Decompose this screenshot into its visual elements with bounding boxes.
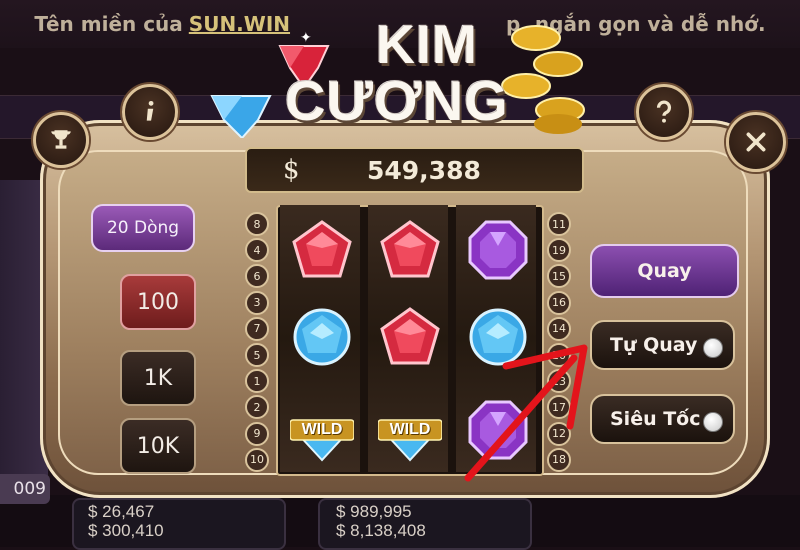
trophy-button[interactable]	[33, 112, 89, 168]
balance-display: $ 549,388	[245, 147, 584, 193]
info-button[interactable]	[122, 84, 178, 140]
ruby-symbol-icon	[378, 218, 442, 282]
auto-spin-toggle[interactable]: Tự Quay	[590, 320, 735, 370]
auto-spin-label: Tự Quay	[610, 334, 698, 356]
trophy-icon	[51, 130, 71, 149]
jackpot-value: $ 300,410	[88, 521, 164, 540]
bet-option-1k[interactable]: 1K	[120, 350, 196, 406]
payline-number-left[interactable]: 4	[245, 238, 269, 263]
wild-label: WILD	[301, 421, 343, 438]
jackpot-value: $ 8,138,408	[336, 521, 426, 540]
spin-button[interactable]: Quay	[590, 244, 739, 298]
background-jackpots-right: $ 989,995 $ 8,138,408	[336, 502, 426, 540]
balance-currency: $	[283, 155, 300, 185]
background-jackpots-left: $ 26,467 $ 300,410	[88, 502, 164, 540]
bet-option-100[interactable]: 100	[120, 274, 196, 330]
payline-number-right[interactable]: 16	[547, 290, 571, 315]
payline-number-left[interactable]: 7	[245, 316, 269, 341]
payline-number-right[interactable]: 13	[547, 369, 571, 394]
payline-number-left[interactable]: 9	[245, 421, 269, 446]
amethyst-symbol-icon	[466, 398, 530, 462]
payline-number-right[interactable]: 18	[547, 447, 571, 472]
turbo-toggle[interactable]: Siêu Tốc	[590, 394, 735, 444]
payline-number-right[interactable]: 12	[547, 421, 571, 446]
diamond-symbol-icon	[466, 305, 530, 369]
diamond-symbol-icon	[290, 305, 354, 369]
payline-number-right[interactable]: 11	[547, 212, 571, 236]
gold-coins-icon	[501, 25, 585, 134]
wild-symbol-icon: WILD	[377, 398, 443, 462]
toggle-indicator-icon	[703, 412, 723, 432]
payline-number-left[interactable]: 3	[245, 290, 269, 315]
payline-number-left[interactable]: 5	[245, 343, 269, 367]
help-button[interactable]	[636, 84, 692, 140]
lines-select-button[interactable]: 20 Dòng	[91, 204, 195, 252]
ruby-symbol-icon	[290, 218, 354, 282]
ruby-symbol-icon	[378, 305, 442, 369]
payline-number-left[interactable]: 8	[245, 212, 269, 236]
background-chip: 009	[0, 474, 50, 504]
wild-label: WILD	[389, 421, 431, 438]
game-title-line1: KIM	[376, 15, 478, 75]
banner-prefix: Tên miền của	[34, 12, 183, 36]
jackpot-value: $ 989,995	[336, 502, 412, 521]
info-icon	[146, 100, 154, 121]
payline-number-right[interactable]: 20	[547, 343, 571, 367]
turbo-label: Siêu Tốc	[610, 408, 701, 430]
help-icon	[656, 100, 671, 123]
payline-number-left[interactable]: 1	[245, 369, 269, 394]
close-button[interactable]	[726, 112, 786, 172]
toggle-indicator-icon	[703, 338, 723, 358]
balance-value: 549,388	[367, 155, 481, 185]
payline-number-right[interactable]: 19	[547, 238, 571, 263]
jackpot-value: $ 26,467	[88, 502, 155, 521]
amethyst-symbol-icon	[466, 218, 530, 282]
wild-symbol-icon: WILD	[289, 398, 355, 462]
bet-option-10k[interactable]: 10K	[120, 418, 196, 474]
game-title: KIM CƯƠNG	[282, 18, 512, 130]
payline-number-left[interactable]: 10	[245, 447, 269, 472]
payline-number-right[interactable]: 14	[547, 316, 571, 341]
close-icon	[746, 132, 766, 152]
game-title-line2: CƯƠNG	[285, 69, 509, 132]
